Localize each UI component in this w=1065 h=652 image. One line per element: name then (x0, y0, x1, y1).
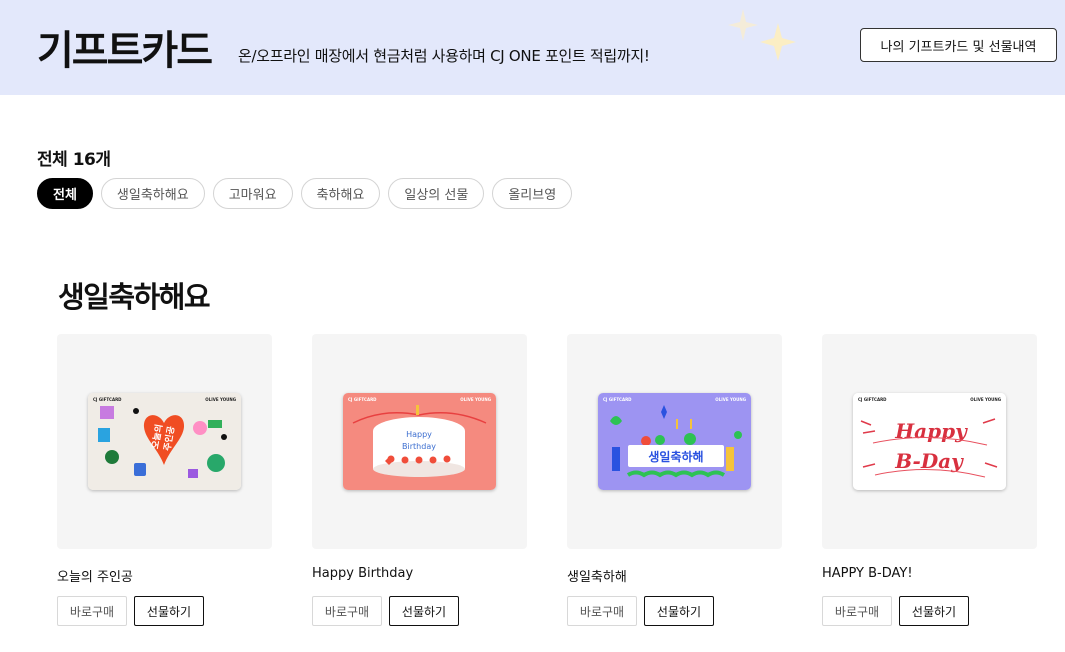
product-card: CJ GIFTCARD OLIVE YOUNG 생일축하해 생일축하해 바로구매… (567, 334, 782, 626)
product-card: CJ GIFTCARD OLIVE YOUNG Happy Birthday H… (312, 334, 527, 626)
filter-chip-congrats[interactable]: 축하해요 (300, 178, 381, 209)
product-name[interactable]: 오늘의 주인공 (57, 566, 272, 585)
banner-description: 온/오프라인 매장에서 현금처럼 사용하며 CJ ONE 포인트 적립까지! (238, 47, 650, 65)
filter-chip-all[interactable]: 전체 (37, 178, 93, 209)
card-brand-right: OLIVE YOUNG (460, 397, 491, 402)
section-title: 생일축하해요 (58, 280, 211, 314)
filter-chip-thanks[interactable]: 고마워요 (212, 178, 293, 209)
giftcard-image: CJ GIFTCARD OLIVE YOUNG 오늘의 주인공 (88, 393, 241, 490)
card-brand-left: CJ GIFTCARD (348, 397, 377, 402)
svg-text:Birthday: Birthday (402, 442, 436, 451)
product-name[interactable]: 생일축하해 (567, 566, 782, 585)
card-brand-left: CJ GIFTCARD (93, 397, 122, 402)
product-thumbnail[interactable]: CJ GIFTCARD OLIVE YOUNG 생일축하해 (567, 334, 782, 549)
card-brand-left: CJ GIFTCARD (858, 397, 887, 402)
filter-chip-birthday[interactable]: 생일축하해요 (100, 178, 205, 209)
product-actions: 바로구매 선물하기 (567, 596, 782, 626)
product-actions: 바로구매 선물하기 (822, 596, 1037, 626)
svg-text:Happy: Happy (406, 430, 432, 439)
buy-now-button[interactable]: 바로구매 (567, 596, 637, 626)
buy-now-button[interactable]: 바로구매 (57, 596, 127, 626)
product-actions: 바로구매 선물하기 (57, 596, 272, 626)
send-gift-button[interactable]: 선물하기 (389, 596, 459, 626)
total-count: 전체 16개 (37, 150, 111, 170)
product-name[interactable]: Happy Birthday (312, 566, 527, 584)
product-actions: 바로구매 선물하기 (312, 596, 527, 626)
buy-now-button[interactable]: 바로구매 (822, 596, 892, 626)
page-title: 기프트카드 (37, 28, 213, 74)
filter-chip-oliveyoung[interactable]: 올리브영 (492, 178, 573, 209)
card-brand-left: CJ GIFTCARD (603, 397, 632, 402)
giftcard-image: CJ GIFTCARD OLIVE YOUNG Happy Birthday (343, 393, 496, 490)
product-card: CJ GIFTCARD OLIVE YOUNG 오늘의 주인공 오늘의 주인공 … (57, 334, 272, 626)
giftcard-image: CJ GIFTCARD OLIVE YOUNG 생일축하해 (598, 393, 751, 490)
product-thumbnail[interactable]: CJ GIFTCARD OLIVE YOUNG Happy B-Day (822, 334, 1037, 549)
send-gift-button[interactable]: 선물하기 (899, 596, 969, 626)
filter-chip-daily-gift[interactable]: 일상의 선물 (388, 178, 485, 209)
svg-text:생일축하해: 생일축하해 (648, 449, 703, 464)
category-filter-bar: 전체 생일축하해요 고마워요 축하해요 일상의 선물 올리브영 (37, 178, 573, 209)
product-card: CJ GIFTCARD OLIVE YOUNG Happy B-Day HAPP… (822, 334, 1037, 626)
buy-now-button[interactable]: 바로구매 (312, 596, 382, 626)
product-thumbnail[interactable]: CJ GIFTCARD OLIVE YOUNG 오늘의 주인공 (57, 334, 272, 549)
card-brand-right: OLIVE YOUNG (205, 397, 236, 402)
product-thumbnail[interactable]: CJ GIFTCARD OLIVE YOUNG Happy Birthday (312, 334, 527, 549)
product-list: CJ GIFTCARD OLIVE YOUNG 오늘의 주인공 오늘의 주인공 … (57, 334, 1037, 626)
send-gift-button[interactable]: 선물하기 (134, 596, 204, 626)
giftcard-image: CJ GIFTCARD OLIVE YOUNG Happy B-Day (853, 393, 1006, 490)
card-brand-right: OLIVE YOUNG (715, 397, 746, 402)
product-name[interactable]: HAPPY B-DAY! (822, 566, 1037, 584)
my-giftcard-history-button[interactable]: 나의 기프트카드 및 선물내역 (860, 28, 1057, 62)
sparkle-icon (728, 9, 796, 61)
header-banner: 기프트카드 온/오프라인 매장에서 현금처럼 사용하며 CJ ONE 포인트 적… (0, 0, 1065, 95)
card-brand-right: OLIVE YOUNG (970, 397, 1001, 402)
send-gift-button[interactable]: 선물하기 (644, 596, 714, 626)
